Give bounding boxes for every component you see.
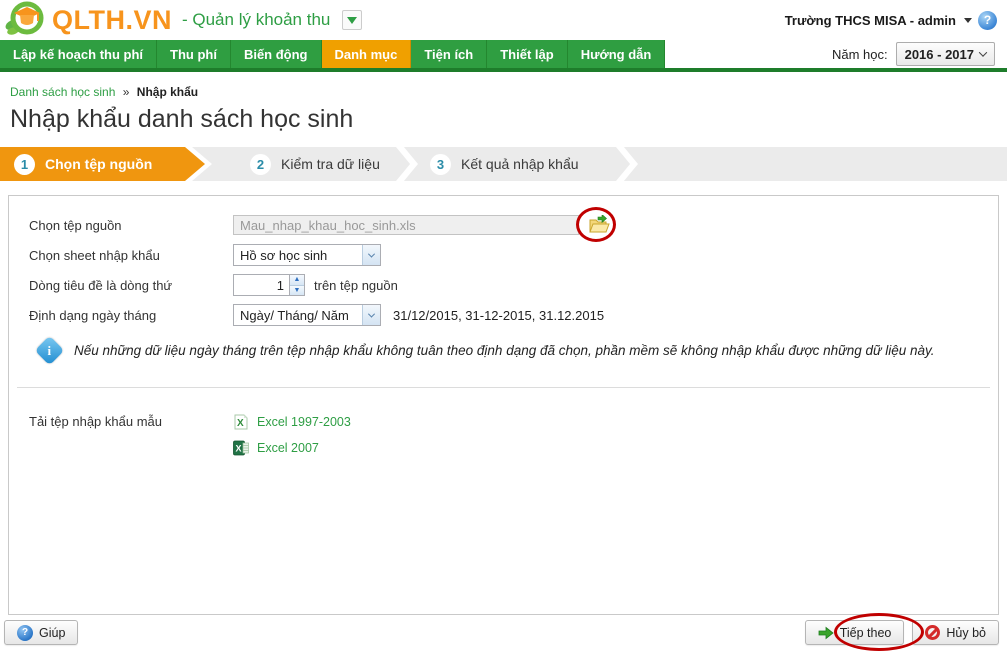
wizard-steps: 1 Chọn tệp nguồn 2 Kiểm tra dữ liệu 3 Kế… (0, 147, 1007, 181)
cancel-button[interactable]: Hủy bỏ (912, 620, 999, 645)
date-format-examples: 31/12/2015, 31-12-2015, 31.12.2015 (393, 307, 605, 323)
template-link-excel-1997-2003[interactable]: X Excel 1997-2003 (233, 414, 351, 430)
green-arrow-icon (818, 626, 834, 639)
step-label: Kết quả nhập khẩu (461, 156, 579, 172)
template-link-excel-2007[interactable]: X Excel 2007 (233, 440, 351, 456)
spinner-up-button[interactable]: ▲ (290, 275, 304, 285)
excel-97-file-icon: X (234, 414, 248, 430)
step-number-badge: 3 (430, 153, 451, 175)
app-header: QLTH.VN - Quản lý khoản thu Trường THCS … (0, 0, 1007, 40)
template-download-label: Tải tệp nhập khẩu mẫu (29, 414, 162, 429)
nav-tab-bien-dong[interactable]: Biến động (230, 40, 322, 68)
wizard-step-2[interactable]: 2 Kiểm tra dữ liệu (250, 147, 380, 181)
app-logo-icon (4, 0, 46, 42)
header-row-value: 1 (276, 277, 284, 293)
nav-tab-huong-dan[interactable]: Hướng dẫn (567, 40, 666, 68)
breadcrumb-separator: » (122, 85, 130, 99)
spinner-down-button[interactable]: ▼ (290, 284, 304, 295)
number-spinner: ▲ ▼ (289, 274, 305, 296)
breadcrumb-link-danh-sach-hoc-sinh[interactable]: Danh sách học sinh (10, 85, 115, 99)
step-number-badge: 2 (250, 153, 271, 175)
help-button-label: Giúp (39, 625, 66, 640)
source-file-value: Mau_nhap_khau_hoc_sinh.xls (240, 217, 416, 233)
header-row-input[interactable]: 1 (233, 274, 289, 296)
sheet-select-value: Hồ sơ học sinh (240, 247, 328, 263)
page-title: Nhập khẩu danh sách học sinh (10, 105, 354, 133)
nav-tab-lap-ke-hoach-thu-phi[interactable]: Lập kế hoạch thu phí (0, 40, 158, 68)
sheet-select[interactable]: Hồ sơ học sinh (233, 244, 381, 266)
chevron-separator-icon (396, 147, 418, 181)
chevron-down-icon (347, 16, 358, 24)
date-format-value: Ngày/ Tháng/ Năm (240, 307, 349, 323)
section-divider (17, 387, 990, 388)
wizard-step-1[interactable]: 1 Chọn tệp nguồn (0, 147, 205, 181)
chevron-down-icon (964, 17, 972, 23)
date-format-select[interactable]: Ngày/ Tháng/ Năm (233, 304, 381, 326)
sheet-select-label: Chọn sheet nhập khẩu (29, 247, 160, 263)
header-row-label: Dòng tiêu đề là dòng thứ (29, 277, 173, 293)
source-file-input[interactable]: Mau_nhap_khau_hoc_sinh.xls (233, 215, 579, 235)
module-dropdown-button[interactable] (342, 10, 363, 30)
header-row-suffix: trên tệp nguồn (314, 277, 398, 293)
app-logo-text: QLTH.VN (52, 4, 172, 35)
chevron-down-icon (367, 250, 376, 258)
school-year-label: Năm học: (831, 46, 888, 62)
open-folder-icon (589, 215, 610, 233)
help-button[interactable]: ? Giúp (4, 620, 79, 645)
date-format-label: Định dạng ngày tháng (29, 307, 157, 323)
breadcrumb-current: Nhập khẩu (136, 85, 199, 99)
chevron-down-icon (367, 310, 376, 318)
browse-file-button[interactable] (588, 215, 610, 235)
step-label: Kiểm tra dữ liệu (281, 156, 380, 172)
template-link-label[interactable]: Excel 2007 (257, 441, 319, 455)
step-number-badge: 1 (14, 153, 35, 175)
nav-tab-thu-phi[interactable]: Thu phí (157, 40, 231, 68)
svg-text:X: X (236, 444, 242, 454)
next-button[interactable]: Tiếp theo (804, 620, 905, 645)
breadcrumb: Danh sách học sinh » Nhập khẩu (10, 85, 997, 99)
combo-dropdown-button[interactable] (362, 245, 380, 265)
wizard-step-3[interactable]: 3 Kết quả nhập khẩu (430, 147, 579, 181)
cancel-icon (925, 625, 941, 640)
next-button-label: Tiếp theo (839, 625, 892, 640)
import-form-panel: Chọn tệp nguồn Mau_nhap_khau_hoc_sinh.xl… (8, 195, 999, 615)
nav-tab-danh-muc[interactable]: Danh mục (321, 40, 412, 68)
module-title: - Quản lý khoản thu (182, 10, 331, 29)
nav-tab-thiet-lap[interactable]: Thiết lập (487, 40, 568, 68)
school-year-dropdown[interactable]: 2016 - 2017 (895, 42, 995, 66)
template-link-label[interactable]: Excel 1997-2003 (257, 415, 351, 429)
source-file-label: Chọn tệp nguồn (29, 217, 122, 233)
cancel-button-label: Hủy bỏ (946, 625, 986, 640)
school-year-value: 2016 - 2017 (904, 46, 974, 62)
svg-text:X: X (237, 418, 244, 429)
nav-tab-tien-ich[interactable]: Tiện ích (411, 40, 488, 68)
help-icon: ? (17, 624, 33, 641)
combo-dropdown-button[interactable] (362, 305, 380, 325)
step-label: Chọn tệp nguồn (45, 156, 153, 172)
help-icon[interactable]: ? (978, 10, 997, 30)
chevron-separator-icon (616, 147, 638, 181)
chevron-down-icon (978, 48, 988, 57)
main-nav: Lập kế hoạch thu phí Thu phí Biến động D… (0, 40, 1007, 68)
info-icon: i (34, 335, 65, 366)
user-menu[interactable]: Trường THCS MISA - admin (785, 13, 956, 28)
date-format-note: Nếu những dữ liệu ngày tháng trên tệp nh… (74, 343, 935, 358)
excel-2007-file-icon: X (233, 440, 249, 456)
